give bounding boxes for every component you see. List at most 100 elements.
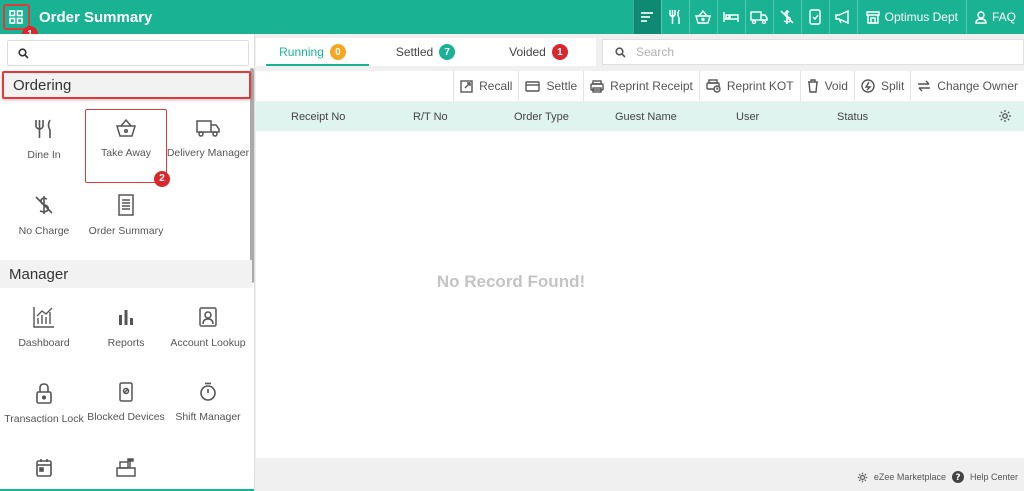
calendar-icon bbox=[36, 459, 52, 477]
shift-manager-tile[interactable]: Shift Manager bbox=[166, 382, 250, 424]
tab-label: Settled bbox=[395, 45, 434, 59]
recall-button[interactable]: Recall bbox=[453, 71, 518, 101]
tile-label: No Charge bbox=[18, 225, 70, 237]
transaction-lock-tile[interactable]: Transaction Lock bbox=[2, 382, 86, 426]
delivery-manager-tile[interactable]: Delivery Manager bbox=[166, 118, 250, 160]
department-selector[interactable]: Optimus Dept bbox=[856, 0, 966, 34]
lock-icon bbox=[36, 383, 52, 404]
bed-icon bbox=[723, 12, 739, 22]
gear-icon[interactable] bbox=[998, 109, 1012, 123]
search-input[interactable] bbox=[636, 45, 996, 59]
dine-in-shortcut[interactable] bbox=[660, 0, 689, 34]
search-icon bbox=[615, 46, 626, 58]
reprint-receipt-button[interactable]: Reprint Receipt bbox=[583, 71, 699, 101]
orders-table: Receipt No R/T No Order Type Guest Name … bbox=[256, 102, 1024, 458]
gear-icon bbox=[857, 472, 868, 482]
tile-label: Dine In bbox=[27, 149, 61, 161]
mobile-icon bbox=[809, 9, 821, 25]
tab-running[interactable]: Running 0 bbox=[256, 38, 369, 66]
stopwatch-icon bbox=[200, 382, 216, 401]
take-away-shortcut[interactable] bbox=[688, 0, 717, 34]
faq-label: FAQ bbox=[991, 10, 1016, 24]
dine-in-tile[interactable]: Dine In bbox=[2, 118, 86, 162]
fork-knife-icon bbox=[35, 119, 51, 138]
tile-label: Transaction Lock bbox=[4, 413, 84, 425]
tool-label: Void bbox=[824, 79, 848, 93]
cash-register-icon bbox=[116, 458, 136, 477]
delivery-shortcut[interactable] bbox=[744, 0, 773, 34]
tab-voided[interactable]: Voided 1 bbox=[482, 38, 595, 66]
tile-label: Order Summary bbox=[88, 225, 164, 237]
tool-label: Recall bbox=[479, 79, 513, 93]
tool-label: Reprint KOT bbox=[726, 79, 794, 93]
announcement-shortcut[interactable] bbox=[828, 0, 857, 34]
app-menu-button[interactable]: 1 bbox=[0, 0, 38, 42]
void-button[interactable]: Void bbox=[799, 71, 854, 101]
megaphone-icon bbox=[835, 10, 849, 24]
highlight-box bbox=[85, 109, 167, 183]
order-summary-tile[interactable]: Order Summary bbox=[84, 194, 168, 238]
blocked-devices-tile[interactable]: Blocked Devices bbox=[84, 382, 168, 424]
trash-icon bbox=[807, 79, 818, 93]
chart-icon bbox=[33, 307, 54, 328]
empty-state-message: No Record Found! bbox=[436, 272, 586, 291]
split-button[interactable]: Split bbox=[853, 71, 910, 101]
order-list-button[interactable] bbox=[632, 0, 661, 34]
column-header: User bbox=[736, 111, 760, 123]
step-marker-2: 2 bbox=[154, 171, 170, 187]
column-header: Order Type bbox=[514, 111, 569, 123]
tab-label: Voided bbox=[509, 45, 546, 59]
page-title: Order Summary bbox=[39, 8, 153, 26]
main-panel: Running 0 Settled 7 Voided 1 Recall Sett… bbox=[256, 34, 1024, 491]
tab-settled[interactable]: Settled 7 bbox=[369, 38, 482, 66]
sort-lines-icon bbox=[641, 12, 654, 22]
cash-register-tile[interactable] bbox=[84, 458, 168, 486]
column-header: Status bbox=[837, 111, 869, 123]
external-link-icon bbox=[460, 79, 473, 93]
no-charge-shortcut[interactable] bbox=[772, 0, 801, 34]
printer-icon bbox=[590, 79, 604, 93]
user-icon bbox=[975, 10, 987, 24]
no-charge-icon bbox=[35, 196, 53, 214]
reprint-kot-button[interactable]: Reprint KOT bbox=[698, 71, 800, 101]
tool-label: Reprint Receipt bbox=[610, 79, 693, 93]
faq-button[interactable]: FAQ bbox=[965, 0, 1024, 34]
settle-button[interactable]: Settle bbox=[518, 71, 583, 101]
room-service-shortcut[interactable] bbox=[716, 0, 745, 34]
account-lookup-tile[interactable]: Account Lookup bbox=[166, 306, 250, 350]
tile-label: Dashboard bbox=[18, 337, 70, 349]
blocked-mobile-icon bbox=[119, 382, 133, 402]
tile-label: Blocked Devices bbox=[87, 411, 165, 423]
reports-tile[interactable]: Reports bbox=[84, 306, 168, 350]
table-header: Receipt No R/T No Order Type Guest Name … bbox=[256, 102, 1024, 131]
id-card-icon bbox=[199, 307, 217, 327]
store-icon bbox=[865, 10, 880, 24]
count-badge: 1 bbox=[551, 44, 568, 60]
dashboard-tile[interactable]: Dashboard bbox=[2, 306, 86, 350]
tool-label: Settle bbox=[546, 79, 578, 93]
manager-section-heading[interactable]: Manager bbox=[0, 260, 252, 288]
column-header: Receipt No bbox=[291, 111, 346, 123]
svg-text:?: ? bbox=[955, 473, 960, 483]
top-bar: 1 Order Summary Optimus Dept bbox=[0, 0, 1024, 42]
take-away-tile[interactable]: Take Away 2 bbox=[84, 109, 170, 187]
mobile-order-shortcut[interactable] bbox=[800, 0, 829, 34]
bar-chart-icon bbox=[119, 310, 133, 325]
sidebar-search-input[interactable] bbox=[7, 40, 249, 66]
change-owner-button[interactable]: Change Owner bbox=[910, 71, 1024, 101]
search-icon bbox=[18, 47, 29, 59]
tool-label: Change Owner bbox=[937, 79, 1018, 93]
swap-arrows-icon bbox=[918, 80, 931, 92]
footer: eZee Marketplace ? Help Center bbox=[857, 463, 1024, 491]
department-label: Optimus Dept bbox=[884, 10, 958, 24]
sidebar-scrollbar[interactable] bbox=[250, 68, 254, 283]
tile-label: Delivery Manager bbox=[166, 147, 250, 159]
printer-clock-icon bbox=[706, 79, 721, 93]
marketplace-link[interactable]: eZee Marketplace bbox=[874, 472, 946, 482]
calendar-tile[interactable] bbox=[2, 458, 86, 486]
order-search-field[interactable] bbox=[602, 39, 1024, 65]
help-center-link[interactable]: Help Center bbox=[970, 472, 1018, 482]
truck-icon bbox=[750, 10, 768, 24]
no-charge-tile[interactable]: No Charge bbox=[2, 194, 86, 238]
ordering-section-heading[interactable]: Ordering bbox=[2, 71, 251, 99]
